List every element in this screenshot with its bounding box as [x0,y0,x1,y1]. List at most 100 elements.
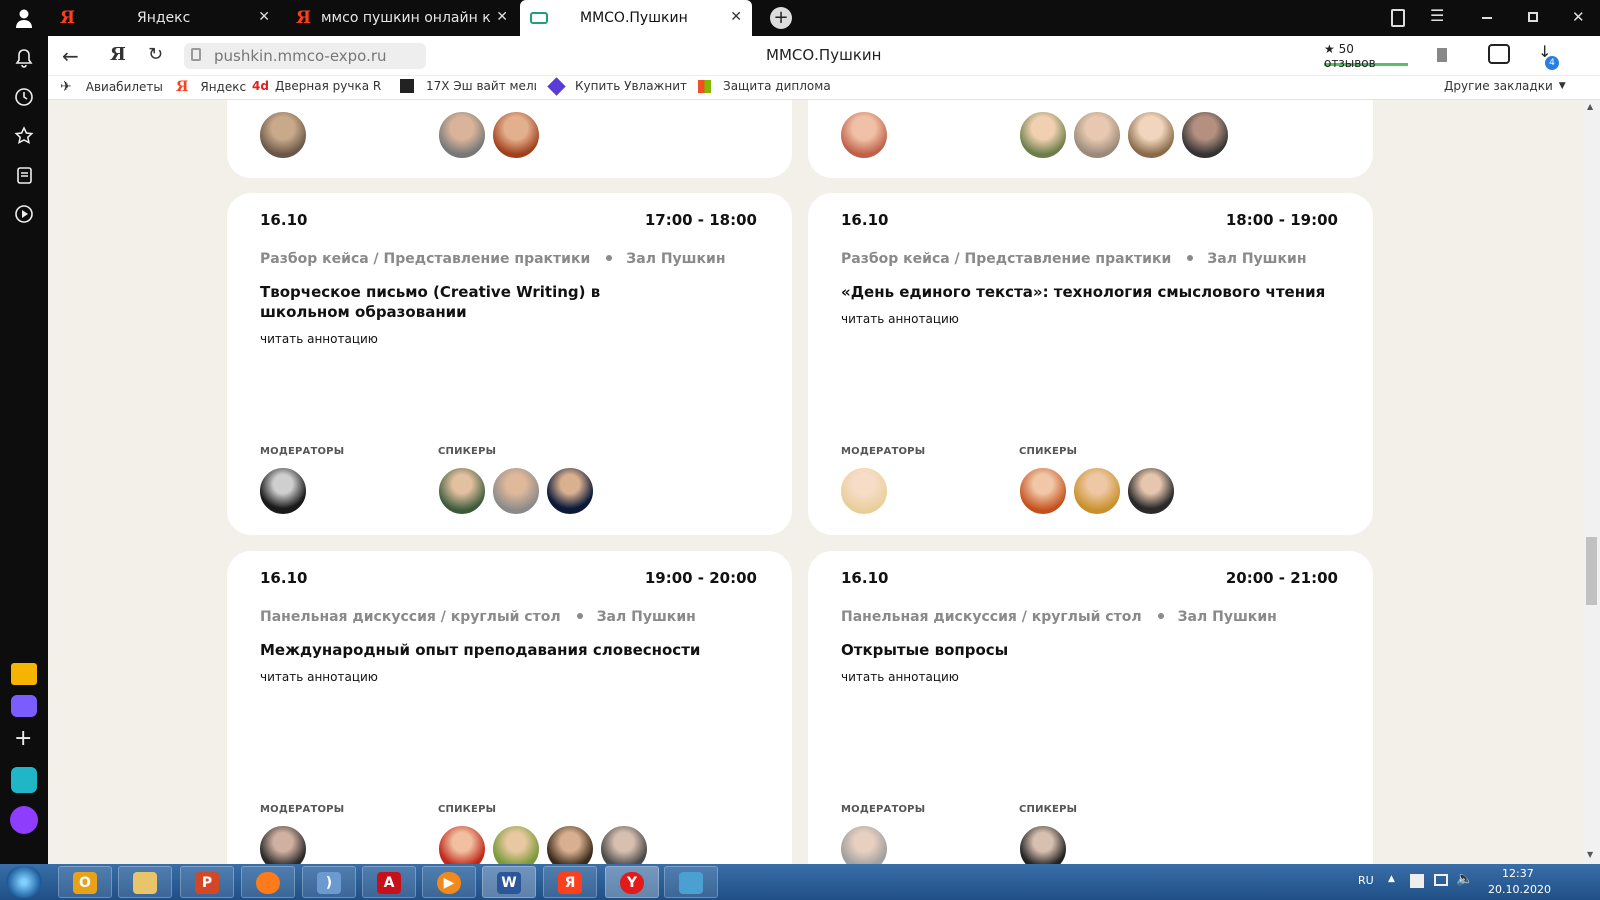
session-title[interactable]: Открытые вопросы [841,640,1311,660]
taskbar-powerpoint[interactable]: P [180,866,234,898]
yandex-home-icon[interactable]: Я [110,44,126,65]
volume-icon[interactable]: 🔈 [1456,871,1473,887]
tray-expand-icon[interactable]: ▲ [1388,874,1395,884]
add-panel-icon[interactable]: + [14,726,32,751]
read-annotation-link[interactable]: читать аннотацию [841,670,959,684]
reviews-button[interactable]: ★ 50 отзывов [1324,42,1408,70]
speaker-avatar[interactable] [1126,466,1176,516]
scroll-down-icon[interactable]: ▼ [1587,850,1593,859]
speaker-avatar[interactable] [491,466,541,516]
close-icon[interactable]: ✕ [496,9,508,25]
favorites-icon[interactable] [12,126,36,150]
bookmark-aviabilety[interactable]: ✈ Авиабилеты [60,79,163,95]
clock-date[interactable]: 20.10.2020 [1488,883,1551,896]
taskbar-firefox[interactable] [241,866,295,898]
scroll-up-icon[interactable]: ▲ [1587,102,1593,111]
close-icon[interactable]: ✕ [258,9,270,25]
scrollbar-thumb[interactable] [1586,537,1597,605]
speaker-avatar[interactable] [491,110,541,160]
tab-bar: Я Яндекс ✕ Я ммсо пушкин онлайн конф ✕ М… [0,0,1600,36]
read-annotation-link[interactable]: читать аннотацию [841,312,959,326]
read-annotation-link[interactable]: читать аннотацию [260,670,378,684]
speakers-label: СПИКЕРЫ [438,804,497,815]
moderator-avatar[interactable] [258,110,308,160]
taskbar-yandex[interactable]: Y [605,866,659,898]
speaker-avatar[interactable] [545,466,595,516]
other-bookmarks[interactable]: Другие закладки ▼ [1444,79,1566,93]
moderator-avatar[interactable] [258,466,308,516]
speaker-avatar[interactable] [437,466,487,516]
lock-icon[interactable] [191,48,201,61]
acrobat-icon: A [377,872,401,894]
history-icon[interactable] [12,87,36,111]
tab-mmco[interactable]: ММСО.Пушкин ✕ [520,0,752,36]
new-tab-button[interactable]: + [770,7,792,29]
taskbar-yandex-browser[interactable]: Я [543,866,597,898]
close-icon[interactable]: ✕ [730,9,742,25]
speakers-label: СПИКЕРЫ [1019,446,1078,457]
mail-icon[interactable] [11,663,37,685]
tab-yandex[interactable]: Я Яндекс ✕ [50,0,280,36]
moderator-avatar[interactable] [839,466,889,516]
minimize-icon[interactable] [1482,17,1492,19]
taskbar-explorer[interactable] [118,866,172,898]
taskbar-acrobat[interactable]: A [362,866,416,898]
notifications-icon[interactable] [12,48,36,72]
bookmark-yandex[interactable]: Я Яндекс [176,79,246,95]
alice-icon[interactable] [10,806,38,834]
session-title[interactable]: Международный опыт преподавания словесно… [260,640,730,660]
tab-manager-icon[interactable] [1391,9,1405,27]
restore-icon[interactable] [1528,12,1538,22]
speaker-avatar[interactable] [1072,466,1122,516]
read-annotation-link[interactable]: читать аннотацию [260,332,378,346]
speaker-avatar[interactable] [437,110,487,160]
start-button[interactable] [6,866,42,898]
collections-icon[interactable] [12,165,36,189]
taskbar-media[interactable]: ▶ [422,866,476,898]
speaker-avatar[interactable] [1018,466,1068,516]
bookmark-ash-white[interactable]: 17Х Эш вайт мели [400,79,536,93]
pd-icon [400,79,414,93]
chat-icon[interactable] [1488,44,1510,64]
address-bar[interactable]: pushkin.mmco-expo.ru [184,43,426,69]
other-bookmarks-label: Другие закладки [1444,79,1553,93]
speaker-avatar[interactable] [1126,110,1176,160]
network-icon[interactable] [1434,874,1448,886]
scrollbar[interactable]: ▲ ▼ [1583,100,1600,864]
flag-icon[interactable] [1410,874,1424,888]
speaker-avatar[interactable] [599,824,649,864]
speaker-avatar[interactable] [1180,110,1230,160]
session-meta: Разбор кейса / Представление практики Зал… [841,251,1307,267]
taskbar-outlook[interactable]: O [58,866,112,898]
bookmark-door-handle[interactable]: 4d Дверная ручка RE [252,79,381,93]
back-icon[interactable]: ← [62,44,79,68]
app-icon[interactable] [11,767,37,793]
moderator-avatar[interactable] [839,824,889,864]
speaker-avatar[interactable] [1018,824,1068,864]
messenger-icon[interactable] [11,695,37,717]
session-title[interactable]: «День единого текста»: технология смысло… [841,282,1341,302]
video-icon[interactable] [12,204,36,228]
session-date: 16.10 [260,211,308,229]
bookmark-icon[interactable] [1437,48,1447,62]
moderator-avatar[interactable] [839,110,889,160]
taskbar-photo[interactable] [664,866,718,898]
bookmark-humidifier[interactable]: Купить Увлажните [547,76,687,96]
tab-search[interactable]: Я ммсо пушкин онлайн конф ✕ [286,0,518,36]
clock-time[interactable]: 12:37 [1502,867,1534,880]
moderator-avatar[interactable] [258,824,308,864]
taskbar-audio[interactable]: ) [302,866,356,898]
taskbar-word[interactable]: W [482,866,536,898]
language-indicator[interactable]: RU [1358,874,1374,887]
speaker-avatar[interactable] [1018,110,1068,160]
reload-icon[interactable]: ↻ [148,44,163,65]
speaker-avatar[interactable] [491,824,541,864]
bookmark-diploma[interactable]: Защита диплома [698,79,831,93]
menu-icon[interactable]: ☰ [1430,6,1444,25]
close-window-icon[interactable]: ✕ [1572,8,1585,26]
speaker-avatar[interactable] [437,824,487,864]
speaker-avatar[interactable] [1072,110,1122,160]
profile-icon[interactable] [14,8,34,28]
session-title[interactable]: Творческое письмо (Creative Writing) в ш… [260,282,690,322]
speaker-avatar[interactable] [545,824,595,864]
